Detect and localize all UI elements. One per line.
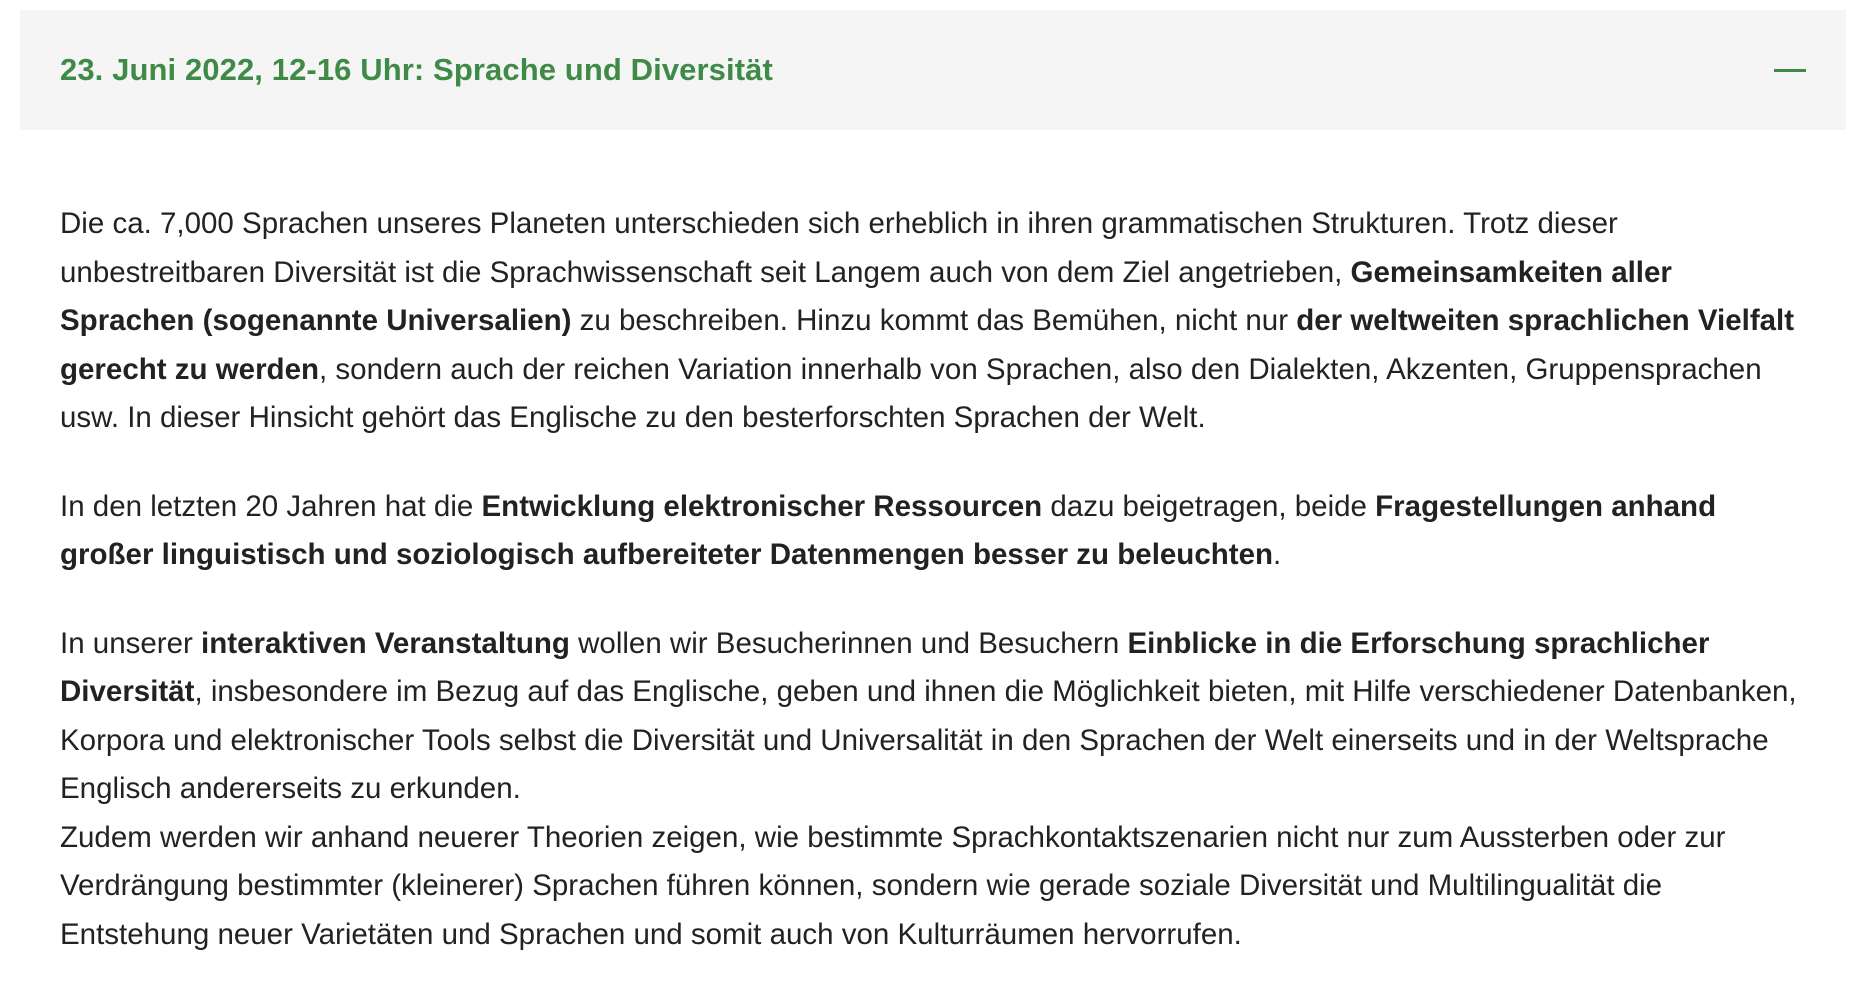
text-segment: Zudem werden wir anhand neuerer Theorien… [60, 820, 1726, 951]
text-segment: In den letzten 20 Jahren hat die [60, 489, 482, 523]
accordion-title[interactable]: 23. Juni 2022, 12-16 Uhr: Sprache und Di… [60, 52, 773, 88]
minus-icon[interactable] [1774, 55, 1806, 85]
event-accordion: 23. Juni 2022, 12-16 Uhr: Sprache und Di… [20, 10, 1846, 959]
text-segment: zu beschreiben. Hinzu kommt das Bemühen,… [571, 304, 1297, 337]
text-segment: wollen wir Besucherinnen und Besuchern [569, 626, 1128, 660]
text-segment: , insbesondere im Bezug auf das Englisch… [60, 675, 1797, 805]
bold-segment: Entwicklung elektronischer Ressourcen [481, 489, 1043, 523]
paragraph-2: In den letzten 20 Jahren hat die Entwick… [60, 483, 1806, 580]
paragraph-4: Zudem werden wir anhand neuerer Theorien… [60, 814, 1806, 960]
paragraph-3: In unserer interaktiven Veranstaltung wo… [60, 620, 1806, 814]
accordion-body: Die ca. 7,000 Sprachen unseres Planeten … [20, 130, 1846, 959]
accordion-header[interactable]: 23. Juni 2022, 12-16 Uhr: Sprache und Di… [20, 10, 1846, 130]
bold-segment: interaktiven Veranstaltung [201, 626, 570, 660]
text-segment: In unserer [60, 626, 202, 660]
text-segment: dazu beigetragen, beide [1042, 489, 1376, 523]
text-segment: . [1273, 538, 1282, 571]
paragraph-1: Die ca. 7,000 Sprachen unseres Planeten … [60, 200, 1806, 443]
